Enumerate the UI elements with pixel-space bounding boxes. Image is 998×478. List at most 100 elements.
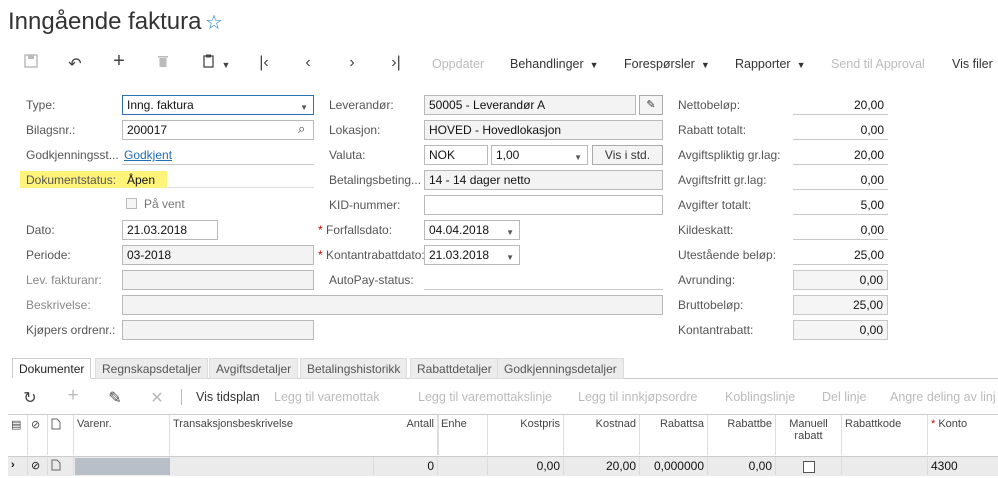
tax-total-value: 5,00 — [793, 195, 888, 215]
add-receipt-line-button[interactable]: Legg til varemottakslinje — [418, 390, 552, 404]
col-unit[interactable]: Enhe — [438, 415, 488, 455]
exempt-value: 0,00 — [793, 170, 888, 190]
net-amount-value: 20,00 — [793, 95, 888, 115]
view-schedule-button[interactable]: Vis tidsplan — [196, 390, 260, 404]
tab-tax-details[interactable]: Avgiftsdetaljer — [209, 358, 299, 379]
rate-select[interactable]: 1,00 — [491, 145, 588, 165]
rounding-value[interactable]: 0,00 — [793, 270, 888, 290]
note-icon — [48, 415, 74, 455]
cash-discount-label: Kontantrabatt: — [678, 323, 754, 337]
description-field[interactable] — [122, 295, 663, 315]
terms-field[interactable]: 14 - 14 dager netto — [424, 170, 663, 190]
buyer-order-field[interactable] — [122, 320, 314, 340]
date-field[interactable]: 21.03.2018 — [122, 220, 218, 240]
tab-discount-details[interactable]: Rabattdetaljer — [410, 358, 499, 379]
undo-icon[interactable]: ↶ — [64, 54, 86, 74]
delete-icon[interactable] — [152, 54, 174, 73]
row-unit-cost[interactable]: 0,00 — [488, 457, 564, 475]
on-hold-checkbox[interactable] — [126, 198, 137, 209]
row-description-cell[interactable] — [170, 457, 374, 475]
tab-documents[interactable]: Dokumenter — [12, 358, 92, 379]
gross-amount-value[interactable]: 25,00 — [793, 295, 888, 315]
ref-number-field[interactable]: 200017 — [122, 120, 314, 140]
due-date-label-text: Forfallsdato: — [326, 223, 393, 237]
toolbar-separator — [181, 389, 182, 405]
send-approval-button[interactable]: Send til Approval — [831, 57, 925, 71]
ref-number-value: 200017 — [127, 123, 168, 137]
vendor-invoice-field[interactable] — [122, 270, 314, 290]
col-quantity[interactable]: Antall — [374, 415, 438, 455]
add-po-button[interactable]: Legg til innkjøpsordre — [578, 390, 698, 404]
location-field[interactable]: HOVED - Hovedlokasjon — [424, 120, 663, 140]
undo-split-button[interactable]: Angre deling av linj — [890, 390, 996, 404]
type-label: Type: — [26, 98, 56, 112]
approval-status-link[interactable]: Godkjent — [124, 148, 172, 162]
row-discount-pct[interactable]: 0,000000 — [640, 457, 708, 475]
required-mark: * — [318, 223, 327, 237]
gross-amount-label: Bruttobeløp: — [678, 298, 744, 312]
type-select[interactable]: Inng. faktura — [122, 95, 314, 115]
cash-discount-date-label-text: Kontantrabattdato: — [326, 248, 425, 262]
first-record-icon[interactable]: |‹ — [253, 54, 275, 72]
add-row-icon[interactable]: + — [63, 385, 83, 407]
reports-menu[interactable]: Rapporter ▼ — [735, 57, 806, 71]
col-cost[interactable]: Kostnad — [564, 415, 640, 455]
currency-field[interactable]: NOK — [424, 145, 488, 165]
edit-vendor-icon[interactable]: ✎ — [639, 95, 663, 115]
row-item-cell[interactable] — [75, 458, 170, 475]
due-date-label: * Forfallsdato: — [318, 223, 392, 237]
col-manual-discount[interactable]: Manuell rabatt — [776, 415, 842, 455]
favorite-star-icon[interactable]: ☆ — [205, 10, 223, 35]
row-discount-amount[interactable]: 0,00 — [708, 457, 776, 475]
add-receipt-button[interactable]: Legg til varemottak — [274, 390, 380, 404]
row-unit[interactable] — [438, 457, 488, 475]
update-button[interactable]: Oppdater — [432, 57, 484, 71]
next-record-icon[interactable]: › — [341, 54, 363, 72]
row-account[interactable]: 4300 — [928, 457, 998, 475]
chevron-down-icon: ▼ — [796, 60, 806, 70]
row-discount-code[interactable] — [842, 457, 928, 475]
cash-discount-date-field[interactable]: 21.03.2018 — [424, 245, 520, 265]
delete-row-icon[interactable]: ✕ — [147, 388, 167, 408]
edit-icon[interactable]: ✎ — [105, 388, 125, 408]
required-mark: * — [318, 248, 327, 262]
save-icon[interactable] — [20, 54, 42, 73]
col-account[interactable]: * Konto — [928, 415, 998, 455]
row-quantity[interactable]: 0 — [374, 457, 438, 475]
net-amount-label: Nettobeløp: — [678, 98, 741, 112]
row-attachment-icon[interactable]: ⊘ — [28, 457, 48, 475]
taxable-label: Avgiftspliktig gr.lag: — [678, 148, 781, 162]
vendor-field[interactable]: 50005 - Leverandør A — [424, 95, 636, 115]
refresh-icon[interactable]: ↻ — [20, 388, 40, 408]
col-discount-pct[interactable]: Rabattsa — [640, 415, 708, 455]
last-record-icon[interactable]: ›| — [385, 54, 407, 72]
link-line-button[interactable]: Koblingslinje — [725, 390, 795, 404]
period-field[interactable]: 03-2018 — [122, 245, 314, 265]
inquiries-menu[interactable]: Forespørsler ▼ — [624, 57, 710, 71]
search-icon[interactable]: ⌕ — [298, 121, 305, 137]
col-discount-code[interactable]: Rabattkode — [842, 415, 928, 455]
row-manual-discount-cell — [776, 457, 842, 475]
tab-approval-details[interactable]: Godkjenningsdetaljer — [497, 358, 624, 379]
view-base-button[interactable]: Vis i std. — [592, 145, 663, 165]
location-label: Lokasjon: — [329, 123, 381, 137]
row-note-icon[interactable] — [48, 457, 74, 475]
kid-field[interactable] — [424, 195, 663, 215]
copy-paste-icon[interactable]: ▼ — [196, 54, 236, 73]
col-item[interactable]: Varenr. — [74, 415, 170, 455]
show-files-button[interactable]: Vis filer — [952, 57, 993, 71]
tab-accounting[interactable]: Regnskapsdetaljer — [95, 358, 209, 379]
due-date-field[interactable]: 04.04.2018 — [424, 220, 520, 240]
manual-discount-checkbox[interactable] — [802, 461, 815, 473]
previous-record-icon[interactable]: ‹ — [297, 54, 319, 72]
col-discount-amount[interactable]: Rabattbe — [708, 415, 776, 455]
cash-discount-value[interactable]: 0,00 — [793, 320, 888, 340]
date-label: Dato: — [26, 223, 55, 237]
add-icon[interactable]: + — [108, 50, 130, 73]
split-line-button[interactable]: Del linje — [822, 390, 866, 404]
col-unit-cost[interactable]: Kostpris — [488, 415, 564, 455]
row-cost[interactable]: 20,00 — [564, 457, 640, 475]
tab-payment-history[interactable]: Betalingshistorikk — [300, 358, 408, 379]
actions-menu[interactable]: Behandlinger ▼ — [510, 57, 599, 71]
withholding-label: Kildeskatt: — [678, 223, 734, 237]
